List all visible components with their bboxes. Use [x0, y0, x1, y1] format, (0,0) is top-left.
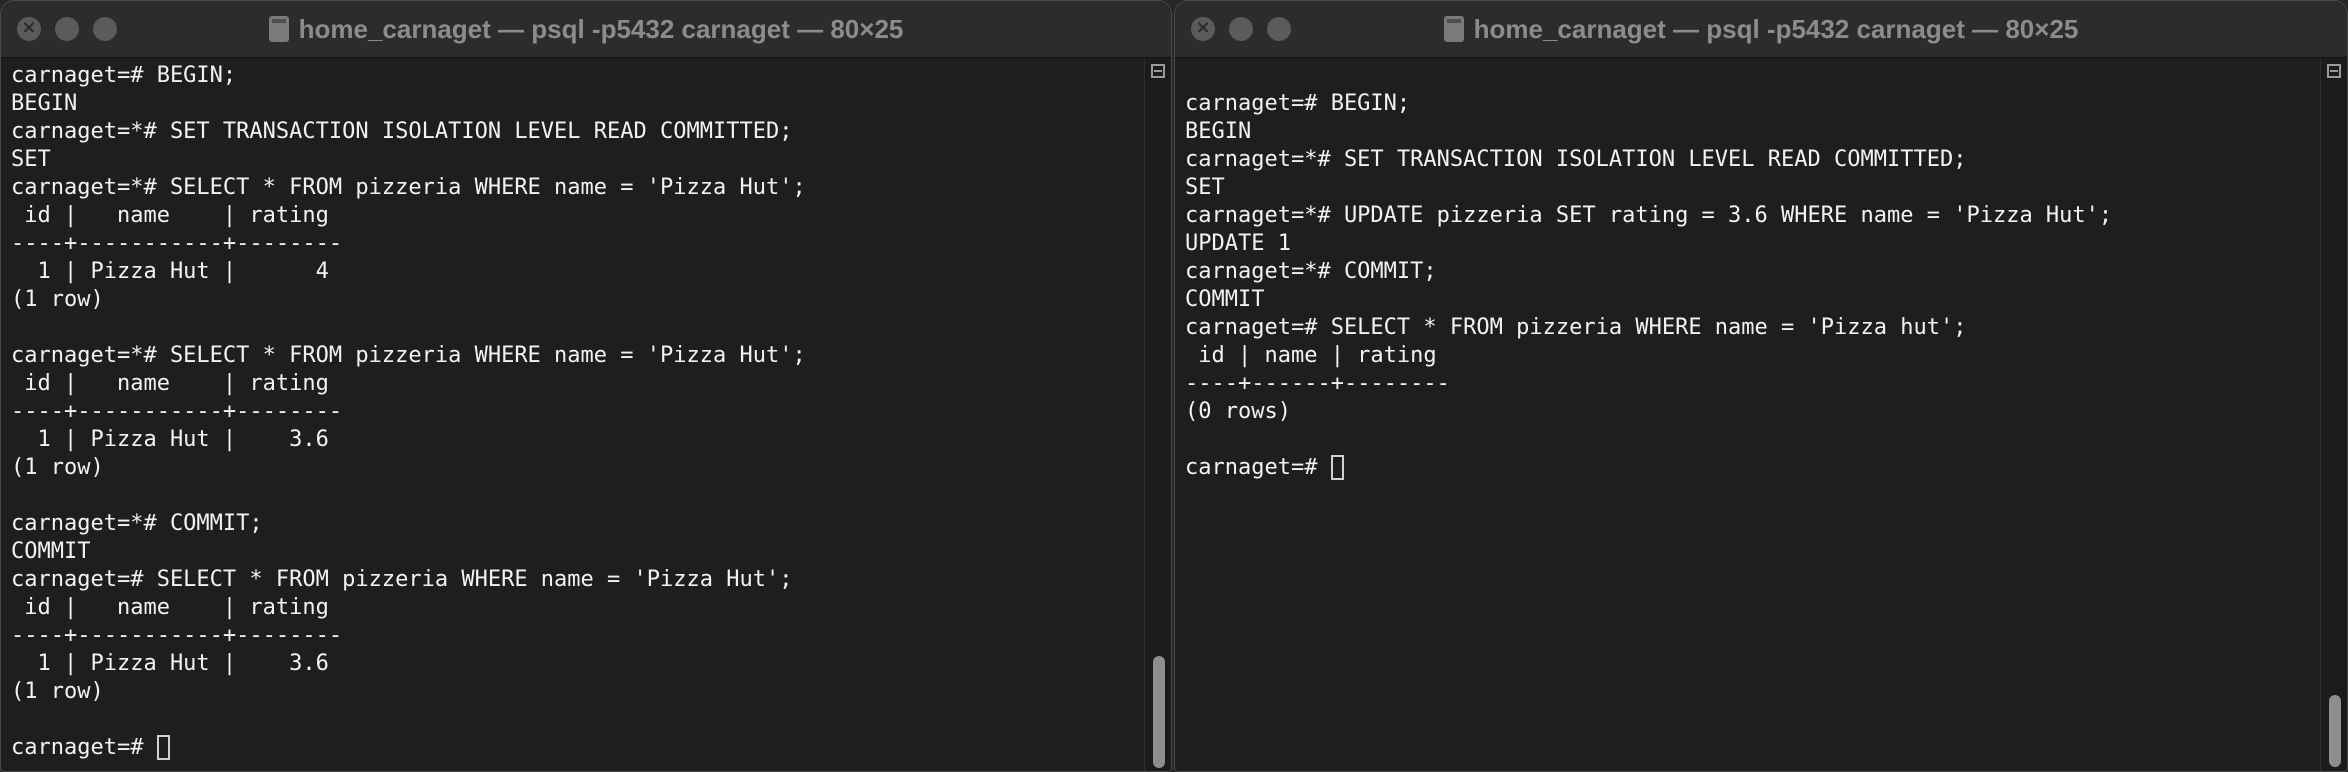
terminal-line: 1 | Pizza Hut | 3.6: [11, 651, 329, 676]
terminal-line: (0 rows): [1185, 399, 1291, 424]
terminal-line: carnaget=*# SELECT * FROM pizzeria WHERE…: [11, 175, 806, 200]
terminal-output[interactable]: carnaget=# BEGIN; BEGIN carnaget=*# SET TR…: [1175, 58, 2321, 771]
scroll-thumb[interactable]: [1153, 656, 1165, 768]
terminal-line: carnaget=*# SET TRANSACTION ISOLATION LE…: [1185, 147, 1967, 172]
terminal-line: carnaget=*# SET TRANSACTION ISOLATION LE…: [11, 119, 793, 144]
terminal-window-right: home_carnaget — psql -p5432 carnaget — 8…: [1174, 0, 2348, 772]
terminal-line: carnaget=# SELECT * FROM pizzeria WHERE …: [1185, 315, 1967, 340]
desktop: home_carnaget — psql -p5432 carnaget — 8…: [0, 0, 2348, 772]
terminal-line: ----+------+--------: [1185, 371, 1450, 396]
minimize-icon[interactable]: [1229, 17, 1253, 41]
terminal-line: id | name | rating: [11, 595, 329, 620]
terminal-line: SET: [11, 147, 51, 172]
prompt-line[interactable]: carnaget=#: [1185, 454, 2321, 482]
terminal-line: 1 | Pizza Hut | 4: [11, 259, 329, 284]
terminal-line: COMMIT: [11, 539, 91, 564]
window-title-text: home_carnaget — psql -p5432 carnaget — 8…: [1473, 13, 2079, 44]
zoom-icon[interactable]: [1267, 17, 1291, 41]
terminal-window-left: home_carnaget — psql -p5432 carnaget — 8…: [0, 0, 1172, 772]
text-cursor: [1330, 455, 1344, 480]
terminal-line: ----+-----------+--------: [11, 399, 343, 424]
terminal-line: carnaget=# SELECT * FROM pizzeria WHERE …: [11, 567, 793, 592]
terminal-line: id | name | rating: [11, 371, 329, 396]
terminal-line: carnaget=*# COMMIT;: [1185, 259, 1437, 284]
terminal-icon: [1443, 16, 1464, 42]
terminal-line: carnaget=*# UPDATE pizzeria SET rating =…: [1185, 203, 2113, 228]
terminal-line: id | name | rating: [1185, 343, 1437, 368]
close-icon[interactable]: [17, 16, 41, 41]
minimize-icon[interactable]: [55, 17, 79, 41]
zoom-icon[interactable]: [93, 17, 117, 41]
window-title: home_carnaget — psql -p5432 carnaget — 8…: [1443, 13, 2079, 45]
terminal-line: SET: [1185, 175, 1225, 200]
terminal-line: carnaget=# BEGIN;: [11, 63, 237, 88]
prompt-text: carnaget=#: [11, 735, 157, 760]
terminal-line: 1 | Pizza Hut | 3.6: [11, 427, 329, 452]
window-title-text: home_carnaget — psql -p5432 carnaget — 8…: [298, 13, 904, 44]
window-title: home_carnaget — psql -p5432 carnaget — 8…: [268, 13, 904, 45]
terminal-output[interactable]: carnaget=# BEGIN; BEGIN carnaget=*# SET TR…: [1, 58, 1145, 771]
prompt-text: carnaget=#: [1185, 455, 1331, 480]
scroll-thumb[interactable]: [2329, 695, 2341, 767]
terminal-line: COMMIT: [1185, 287, 1265, 312]
terminal-line: UPDATE 1: [1185, 231, 1291, 256]
window-controls: [17, 16, 117, 41]
scrollbar[interactable]: [1144, 58, 1171, 771]
terminal-line: ----+-----------+--------: [11, 231, 343, 256]
text-cursor: [156, 735, 170, 760]
split-view-icon[interactable]: [1151, 64, 1165, 78]
window-controls: [1191, 16, 1291, 41]
split-view-icon[interactable]: [2327, 64, 2341, 78]
terminal-line: carnaget=*# COMMIT;: [11, 511, 263, 536]
terminal-line: (1 row): [11, 679, 104, 704]
titlebar[interactable]: home_carnaget — psql -p5432 carnaget — 8…: [1, 1, 1171, 58]
terminal-line: (1 row): [11, 455, 104, 480]
terminal-line: BEGIN: [11, 91, 78, 116]
terminal-line: ----+-----------+--------: [11, 623, 343, 648]
scrollbar[interactable]: [2320, 58, 2347, 771]
terminal-line: id | name | rating: [11, 203, 329, 228]
prompt-line[interactable]: carnaget=#: [11, 734, 1145, 762]
terminal-line: BEGIN: [1185, 119, 1252, 144]
terminal-line: (1 row): [11, 287, 104, 312]
titlebar[interactable]: home_carnaget — psql -p5432 carnaget — 8…: [1175, 1, 2347, 58]
close-icon[interactable]: [1191, 16, 1215, 41]
terminal-line: carnaget=# BEGIN;: [1185, 91, 1411, 116]
terminal-icon: [268, 16, 289, 42]
terminal-line: carnaget=*# SELECT * FROM pizzeria WHERE…: [11, 343, 806, 368]
